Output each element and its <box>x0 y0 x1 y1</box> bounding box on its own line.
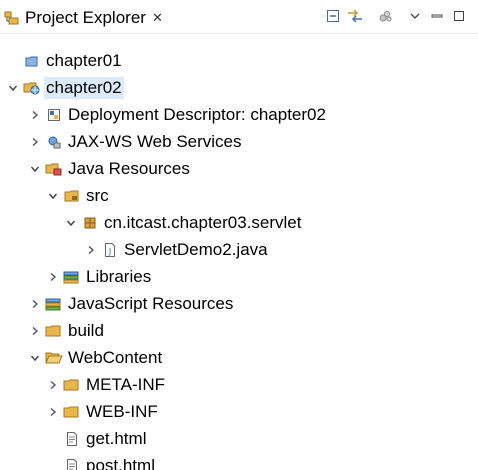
expand-arrow-icon[interactable] <box>28 129 42 155</box>
collapse-arrow-icon[interactable] <box>28 156 42 182</box>
folder-icon <box>45 322 63 340</box>
tree-item-label: Java Resources <box>68 159 190 178</box>
tree-item-label: Libraries <box>86 267 152 286</box>
tree-item[interactable]: Java Resources <box>28 156 192 182</box>
expand-arrow-icon[interactable] <box>84 237 98 263</box>
collapse-arrow-icon[interactable] <box>6 75 20 101</box>
filter-icon[interactable] <box>374 6 396 26</box>
close-icon[interactable]: ✕ <box>152 10 163 26</box>
project-explorer-tab[interactable]: Project Explorer ✕ <box>3 4 163 32</box>
expand-arrow-icon[interactable] <box>46 264 60 290</box>
javascript-resources-icon <box>45 295 63 313</box>
expand-arrow-icon[interactable] <box>28 102 42 128</box>
tree-item-label: post.html <box>86 456 155 470</box>
expand-arrow-icon[interactable] <box>46 372 60 398</box>
folder-open-icon <box>45 349 63 367</box>
source-folder-icon <box>63 187 81 205</box>
java-resources-icon <box>45 160 63 178</box>
html-file-icon <box>63 457 81 470</box>
tree-item[interactable]: src <box>46 183 111 209</box>
collapse-all-icon[interactable] <box>322 6 344 26</box>
collapse-arrow-icon[interactable] <box>46 183 60 209</box>
tree-item-label: JAX-WS Web Services <box>68 132 242 151</box>
closed-project-icon <box>23 52 41 70</box>
tree-item-label: src <box>86 186 109 205</box>
view-header: Project Explorer ✕ <box>0 0 478 34</box>
link-with-editor-icon[interactable] <box>344 6 366 26</box>
tree-item[interactable]: JAX-WS Web Services <box>28 129 244 155</box>
maximize-icon[interactable] <box>448 6 470 26</box>
tree-item[interactable]: JavaScript Resources <box>28 291 235 317</box>
tree-item[interactable]: cn.itcast.chapter03.servlet <box>64 210 303 236</box>
tree-item-label: WEB-INF <box>86 402 158 421</box>
header-divider <box>0 33 478 34</box>
tree-item[interactable]: post.html <box>46 453 157 470</box>
collapse-arrow-icon[interactable] <box>28 345 42 371</box>
project-explorer-icon <box>3 9 21 27</box>
expand-arrow-icon[interactable] <box>28 318 42 344</box>
tree-item-label: chapter02 <box>44 77 124 99</box>
tree-item[interactable]: J ServletDemo2.java <box>84 237 270 263</box>
web-services-icon <box>45 133 63 151</box>
tree-item-label: WebContent <box>68 348 163 367</box>
web-project-icon <box>23 79 41 97</box>
tree-item-label: get.html <box>86 429 147 448</box>
java-file-icon: J <box>101 241 119 259</box>
tree-item[interactable]: META-INF <box>46 372 167 398</box>
tree-item-label: chapter01 <box>46 51 122 70</box>
tree-item-label: ServletDemo2.java <box>124 240 268 259</box>
tree-item[interactable]: chapter01 <box>6 48 124 74</box>
html-file-icon <box>63 430 81 448</box>
tree-item[interactable]: WebContent <box>28 345 164 371</box>
libraries-icon <box>63 268 81 286</box>
tree-item-label: JavaScript Resources <box>68 294 234 313</box>
minimize-icon[interactable] <box>426 6 448 26</box>
view-title: Project Explorer <box>25 8 146 27</box>
view-menu-icon[interactable] <box>404 6 426 26</box>
tree-item[interactable]: chapter02 <box>6 75 124 101</box>
folder-icon <box>63 376 81 394</box>
tree-item[interactable]: Deployment Descriptor: chapter02 <box>28 102 328 128</box>
svg-text:J: J <box>108 247 111 256</box>
tree-item[interactable]: build <box>28 318 106 344</box>
tree-item[interactable]: get.html <box>46 426 148 452</box>
tree-item[interactable]: Libraries <box>46 264 153 290</box>
tree-item-label: META-INF <box>86 375 166 394</box>
package-icon <box>81 214 99 232</box>
tree-item-label: Deployment Descriptor: chapter02 <box>68 105 326 124</box>
tree-item-label: build <box>68 321 104 340</box>
expand-arrow-icon[interactable] <box>28 291 42 317</box>
expand-arrow-icon[interactable] <box>46 399 60 425</box>
collapse-arrow-icon[interactable] <box>64 210 78 236</box>
view-toolbar <box>322 6 470 26</box>
folder-icon <box>63 403 81 421</box>
deployment-descriptor-icon <box>45 106 63 124</box>
tree-item[interactable]: WEB-INF <box>46 399 160 425</box>
tree-item-label: cn.itcast.chapter03.servlet <box>104 213 302 232</box>
